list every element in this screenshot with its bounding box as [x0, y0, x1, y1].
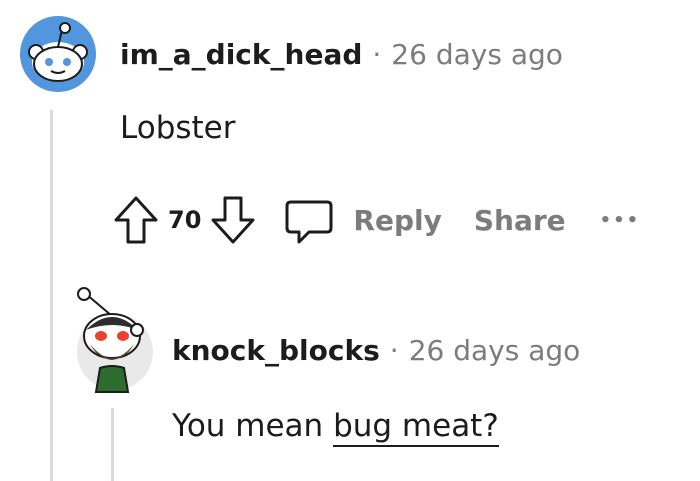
snoo-avatar-icon[interactable]: [18, 14, 98, 94]
comment-author[interactable]: im_a_dick_head: [120, 38, 362, 71]
snoo-avatar-icon[interactable]: [72, 286, 154, 396]
reply-body: You mean bug meat?: [172, 408, 499, 447]
meta-separator: ·: [389, 334, 399, 367]
comment-timestamp[interactable]: 26 days ago: [391, 38, 563, 71]
thread-line[interactable]: [50, 110, 53, 481]
downvote-arrow-icon[interactable]: [209, 194, 257, 246]
comment-meta: im_a_dick_head · 26 days ago: [120, 38, 563, 71]
reply-author[interactable]: knock_blocks: [172, 334, 380, 367]
upvote-arrow-icon[interactable]: [112, 194, 160, 246]
more-options-button[interactable]: •••: [600, 210, 641, 231]
share-button[interactable]: Share: [474, 204, 566, 237]
reply-body-link[interactable]: bug meat?: [333, 408, 499, 447]
reply-thread-line[interactable]: [111, 408, 114, 481]
comment-action-bar: 70 Reply Share •••: [112, 190, 640, 250]
reply-meta: knock_blocks · 26 days ago: [172, 334, 580, 367]
reply-timestamp[interactable]: 26 days ago: [409, 334, 581, 367]
reply-bubble-icon[interactable]: [283, 194, 335, 246]
reply-button[interactable]: Reply: [353, 204, 441, 237]
comment-body: Lobster: [120, 110, 236, 146]
reply-body-text: You mean: [172, 408, 334, 444]
meta-separator: ·: [372, 38, 382, 71]
vote-count: 70: [168, 206, 202, 234]
